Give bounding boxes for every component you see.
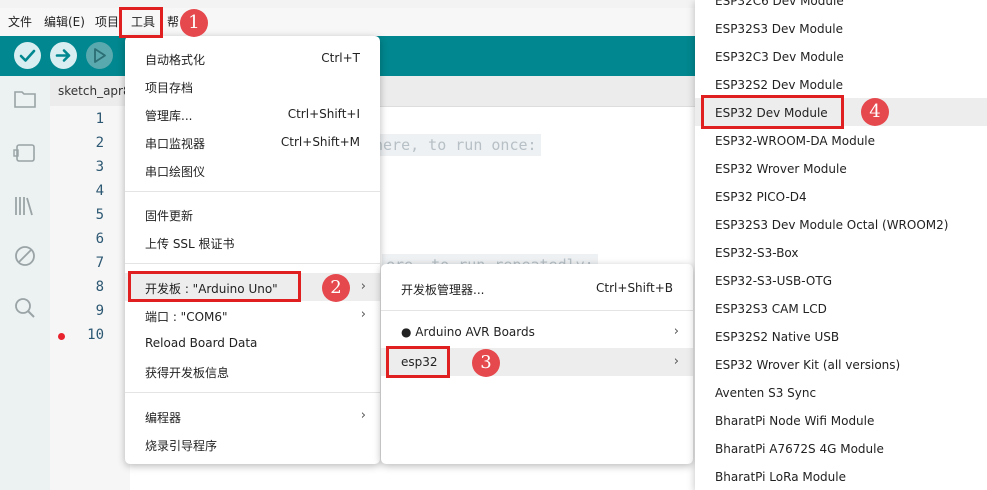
menu-item-label: 项目存档 [145, 81, 194, 95]
menu-item-reload-board-data[interactable]: Reload Board Data [125, 329, 380, 357]
menu-item-label: 获得开发板信息 [145, 366, 230, 380]
check-icon [19, 49, 36, 62]
menu-item-firmware-update[interactable]: 固件更新 [125, 200, 380, 228]
menu-item-shortcut: Ctrl+Shift+B [596, 281, 673, 295]
sketch-tab[interactable]: sketch_apr8 [58, 84, 131, 98]
menu-item-port[interactable]: 端口 : "COM6" › [125, 301, 380, 329]
esp32-board-item[interactable]: ESP32S3 Dev Module Octal (WROOM2) [715, 218, 948, 232]
esp32-board-item[interactable]: ESP32S3 CAM LCD [715, 302, 827, 316]
menu-file[interactable]: 文件 [8, 8, 32, 36]
esp32-board-item[interactable]: ESP32S2 Dev Module [715, 78, 843, 92]
folder-icon[interactable] [13, 88, 37, 110]
chevron-right-icon: › [360, 307, 366, 322]
menu-item-burn-bootloader[interactable]: 烧录引导程序 [125, 430, 380, 458]
line-number: 6 [95, 231, 104, 247]
chevron-right-icon: › [360, 408, 366, 423]
esp32-board-item[interactable]: ESP32S2 Native USB [715, 330, 839, 344]
menu-item-upload-ssl[interactable]: 上传 SSL 根证书 [125, 228, 380, 256]
esp32-board-item[interactable]: ESP32-S3-USB-OTG [715, 274, 832, 288]
esp32-board-item[interactable]: ESP32C6 Dev Module [715, 0, 844, 8]
highlight-board-item [128, 271, 301, 302]
menu-sketch[interactable]: 项目 [95, 8, 119, 36]
code-comment-setup: here, to run once: [370, 134, 541, 156]
debug-button[interactable] [86, 42, 113, 69]
highlight-esp32-dev-module [701, 95, 844, 129]
menu-item-shortcut: Ctrl+Shift+M [280, 135, 360, 149]
menu-item-archive-sketch[interactable]: 项目存档 [125, 72, 380, 100]
breakpoint-dot[interactable] [58, 333, 65, 340]
menu-item-label: 自动格式化 [145, 53, 206, 67]
menu-item-shortcut: Ctrl+T [321, 51, 360, 65]
esp32-board-list: ESP32C6 Dev Module ESP32S3 Dev Module ESP3… [695, 0, 987, 490]
menu-item-label: Reload Board Data [145, 336, 258, 350]
board-icon[interactable] [13, 142, 37, 164]
menu-item-serial-monitor[interactable]: 串口监视器 Ctrl+Shift+M [125, 128, 380, 156]
esp32-board-item[interactable]: ESP32 PICO-D4 [715, 190, 807, 204]
menu-item-board-info[interactable]: 获得开发板信息 [125, 357, 380, 385]
chevron-right-icon: › [673, 324, 679, 339]
esp32-board-item[interactable]: Aventen S3 Sync [715, 386, 816, 400]
menu-separator [125, 392, 380, 393]
esp32-board-item[interactable]: ESP32C3 Dev Module [715, 50, 844, 64]
menu-edit[interactable]: 编辑(E) [44, 8, 85, 36]
menu-help[interactable]: 帮 [167, 8, 179, 36]
menu-separator [125, 191, 380, 192]
menu-item-shortcut: Ctrl+Shift+I [287, 107, 360, 121]
esp32-board-item[interactable]: ESP32S3 Dev Module [715, 22, 843, 36]
line-number: 10 [87, 327, 104, 343]
esp32-board-item[interactable]: ESP32 Wrover Module [715, 162, 847, 176]
esp32-board-item[interactable]: ESP32 Wrover Kit (all versions) [715, 358, 900, 372]
menu-item-label: 开发板管理器... [401, 283, 485, 297]
menu-item-label: 上传 SSL 根证书 [145, 237, 235, 251]
line-number: 3 [95, 159, 104, 175]
menu-item-label: 端口 : "COM6" [145, 310, 228, 324]
highlight-esp32-item [386, 346, 450, 378]
esp32-board-item[interactable]: BharatPi LoRa Module [715, 470, 846, 484]
step-badge-3: 3 [472, 349, 500, 377]
esp32-board-item[interactable]: BharatPi A7672S 4G Module [715, 442, 884, 456]
menu-item-label: 编程器 [145, 411, 182, 425]
line-number: 9 [95, 303, 104, 319]
menu-item-manage-libraries[interactable]: 管理库... Ctrl+Shift+I [125, 100, 380, 128]
upload-button[interactable] [50, 42, 77, 69]
line-number: 7 [95, 255, 104, 271]
arrow-right-icon [55, 49, 71, 62]
debug-icon [94, 48, 106, 63]
menu-item-label: 串口绘图仪 [145, 165, 206, 179]
menu-separator [125, 263, 380, 264]
menu-item-auto-format[interactable]: 自动格式化 Ctrl+T [125, 44, 380, 72]
verify-button[interactable] [14, 42, 41, 69]
menu-item-boards-manager[interactable]: 开发板管理器... Ctrl+Shift+B [381, 274, 693, 302]
step-badge-1: 1 [180, 9, 208, 37]
search-icon[interactable] [13, 296, 37, 320]
highlight-tools-menu [119, 7, 163, 38]
menu-item-label: 固件更新 [145, 209, 194, 223]
line-number: 8 [95, 279, 104, 295]
line-number: 2 [95, 135, 104, 151]
line-number: 5 [95, 207, 104, 223]
chevron-right-icon: › [673, 354, 679, 369]
menu-item-label: 管理库... [145, 109, 193, 123]
library-icon[interactable] [13, 194, 37, 218]
menu-item-serial-plotter[interactable]: 串口绘图仪 [125, 156, 380, 184]
menu-item-programmer[interactable]: 编程器 › [125, 402, 380, 430]
step-badge-4: 4 [861, 98, 889, 126]
debug-disabled-icon[interactable] [13, 244, 37, 268]
menu-item-arduino-avr-boards[interactable]: ● Arduino AVR Boards › [381, 318, 693, 346]
menu-item-label: 烧录引导程序 [145, 439, 218, 453]
esp32-board-item[interactable]: ESP32-S3-Box [715, 246, 799, 260]
chevron-right-icon: › [360, 279, 366, 294]
menu-separator [381, 310, 693, 311]
esp32-board-item[interactable]: ESP32-WROOM-DA Module [715, 134, 875, 148]
step-badge-2: 2 [322, 274, 350, 302]
esp32-board-item[interactable]: BharatPi Node Wifi Module [715, 414, 874, 428]
line-number: 4 [95, 183, 104, 199]
menu-item-label: ● Arduino AVR Boards [401, 325, 535, 339]
tools-menu: 自动格式化 Ctrl+T 项目存档 管理库... Ctrl+Shift+I 串口… [125, 36, 380, 464]
activity-bar [0, 76, 51, 490]
line-number: 1 [95, 111, 104, 127]
menu-item-label: 串口监视器 [145, 137, 206, 151]
